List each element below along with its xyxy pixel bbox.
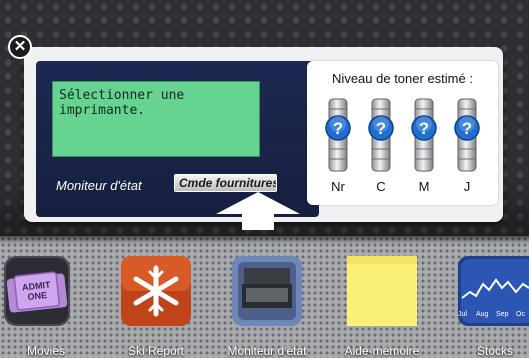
movies-widget-icon[interactable]: ADMIT ONE <box>0 254 74 328</box>
svg-text:Oc: Oc <box>516 311 525 318</box>
close-icon: ✕ <box>13 38 27 55</box>
svg-text:?: ? <box>376 119 386 138</box>
toner-label-magenta: M <box>418 179 430 194</box>
sticky-note-icon <box>347 256 417 326</box>
printer-icon <box>232 256 302 326</box>
toner-cartridge-cyan: ? <box>365 97 397 173</box>
app-label-ski-report: Ski Report <box>127 344 185 358</box>
snowflake-icon <box>121 256 191 326</box>
toner-cartridge-icon: ? <box>454 98 480 172</box>
status-monitor-label: Moniteur d'état <box>56 178 142 193</box>
toner-label-yellow: J <box>463 179 471 194</box>
svg-text:Aug: Aug <box>476 311 489 318</box>
arrow-up-icon <box>216 192 300 230</box>
app-label-sticky-notes: Aide-mémoire <box>344 344 420 358</box>
app-label-stocks: Stocks <box>476 344 513 358</box>
app-label-movies: Movies <box>26 344 65 358</box>
svg-text:?: ? <box>419 119 429 138</box>
movie-ticket-icon: ADMIT ONE <box>4 256 70 326</box>
svg-text:?: ? <box>333 119 343 138</box>
svg-text:ONE: ONE <box>27 290 47 302</box>
svg-text:Sep: Sep <box>496 311 509 318</box>
toner-cartridge-yellow: ? <box>451 97 483 173</box>
svg-text:Jul: Jul <box>458 311 467 318</box>
status-monitor-widget-icon[interactable] <box>230 254 304 328</box>
stocks-widget-icon[interactable]: Jul Aug Sep Oc <box>456 254 529 328</box>
toner-cartridge-icon: ? <box>411 98 437 172</box>
ski-report-widget-icon[interactable] <box>119 254 193 328</box>
toner-cartridge-icon: ? <box>325 98 351 172</box>
toner-cartridge-magenta: ? <box>408 97 440 173</box>
toner-label-cyan: C <box>376 179 386 194</box>
toner-level-panel: Niveau de toner estimé : ? Nr ? C ? M ? … <box>307 61 498 205</box>
toner-level-title: Niveau de toner estimé : <box>332 71 473 86</box>
svg-text:?: ? <box>462 119 472 138</box>
close-widget-button[interactable]: ✕ <box>8 35 32 59</box>
lcd-display: Sélectionner une imprimante. <box>52 81 260 157</box>
stock-chart-icon: Jul Aug Sep Oc <box>458 256 529 326</box>
toner-label-black: Nr <box>331 179 345 194</box>
toner-cartridge-icon: ? <box>368 98 394 172</box>
toner-cartridge-black: ? <box>322 97 354 173</box>
sticky-notes-widget-icon[interactable] <box>345 254 419 328</box>
app-label-status-monitor: Moniteur d'état <box>227 344 307 358</box>
